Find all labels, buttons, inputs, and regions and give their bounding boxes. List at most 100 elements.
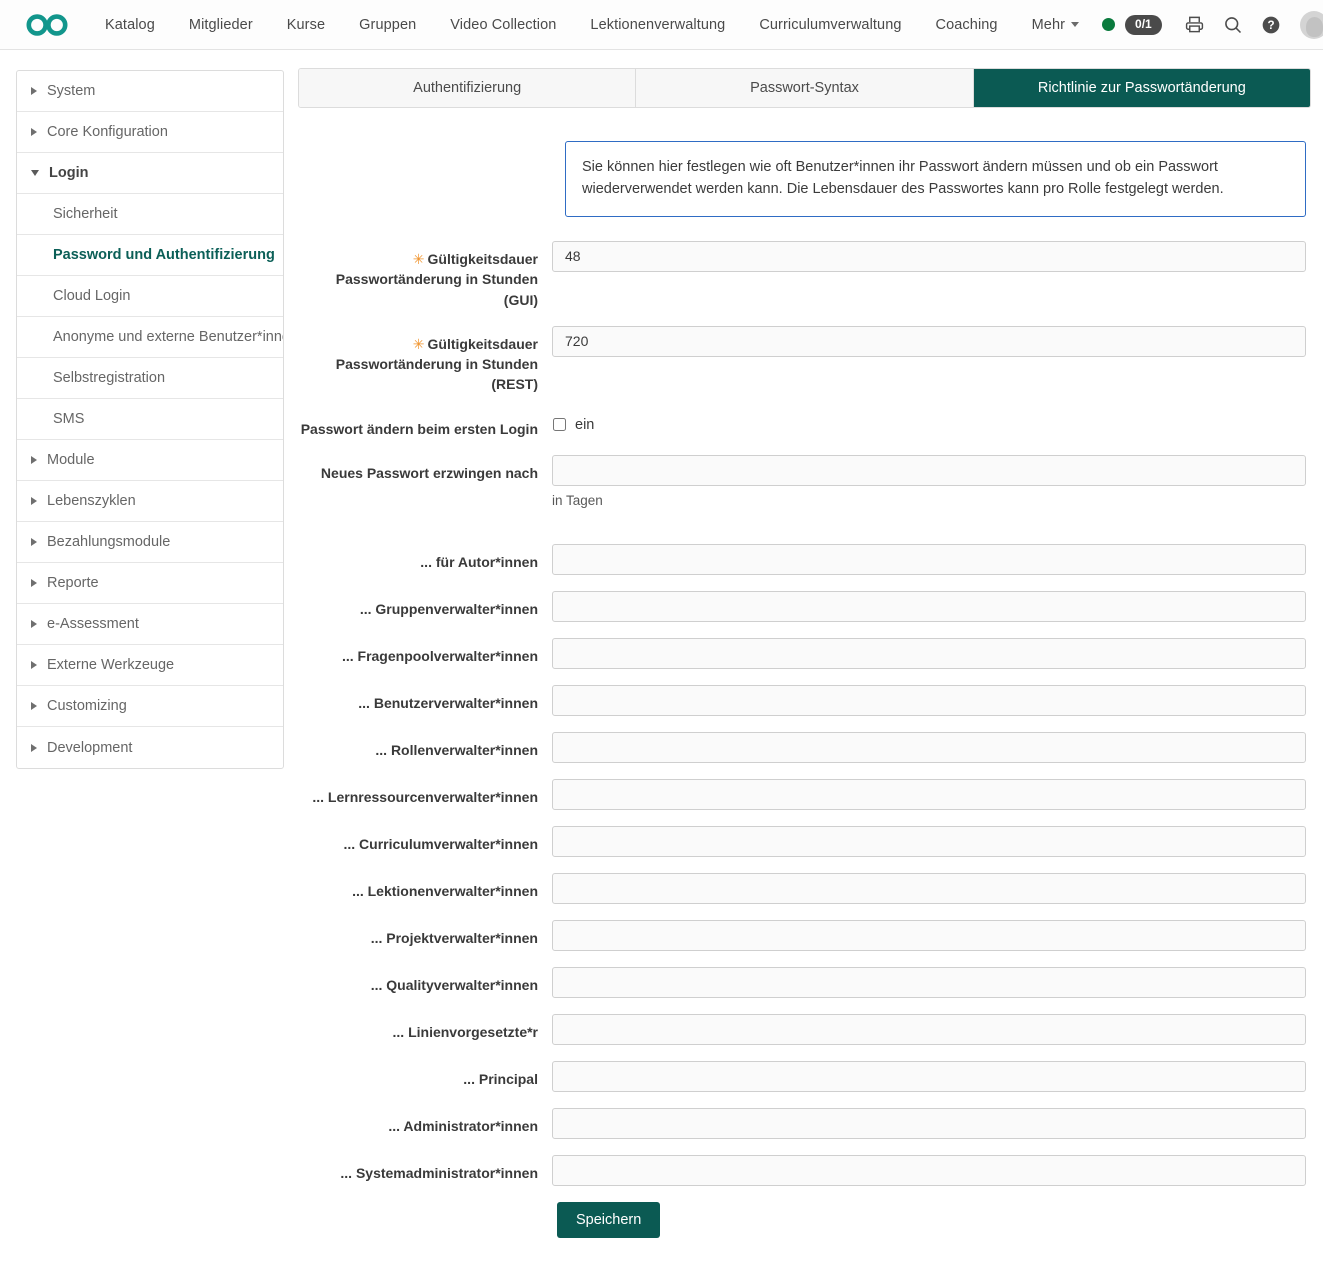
- form-label-autorinnen: ... für Autor*innen: [298, 544, 552, 572]
- lernressourcenverwalterinnen-input[interactable]: [552, 779, 1306, 810]
- sidebar-item-label: Module: [47, 452, 95, 468]
- chevron-right-icon: [31, 497, 37, 505]
- sidebar-item-lebenszyklen[interactable]: Lebenszyklen: [17, 481, 283, 522]
- benutzerverwalterinnen-input[interactable]: [552, 685, 1306, 716]
- nav-item-curriculumverwaltung[interactable]: Curriculumverwaltung: [742, 11, 918, 39]
- form-row-curriculumverwalterinnen: ... Curriculumverwalter*innen: [298, 826, 1311, 857]
- form-row-gruppenverwalterinnen: ... Gruppenverwalter*innen: [298, 591, 1311, 622]
- form-label-gruppenverwalterinnen: ... Gruppenverwalter*innen: [298, 591, 552, 619]
- form-label-gueltigkeitsdauer-gui: ✳Gültigkeitsdauer Passwortänderung in St…: [298, 241, 552, 310]
- linienvorgesetzter-input[interactable]: [552, 1014, 1306, 1045]
- checkbox-label-ein[interactable]: ein: [575, 417, 594, 433]
- form-row-gueltigkeitsdauer-rest: ✳Gültigkeitsdauer Passwortänderung in St…: [298, 326, 1311, 395]
- helper-text-in-tagen: in Tagen: [552, 493, 1306, 508]
- sidebar-item-label: Sicherheit: [53, 206, 117, 222]
- help-icon[interactable]: ?: [1256, 10, 1286, 40]
- sidebar-item-externe-werkzeuge[interactable]: Externe Werkzeuge: [17, 645, 283, 686]
- form-label-neues-passwort-erzwingen: Neues Passwort erzwingen nach: [298, 455, 552, 483]
- rollenverwalterinnen-input[interactable]: [552, 732, 1306, 763]
- required-asterisk-icon: ✳: [413, 251, 425, 267]
- sidebar-item-customizing[interactable]: Customizing: [17, 686, 283, 727]
- page-body: System Core Konfiguration Login Sicherhe…: [0, 50, 1323, 1268]
- avatar[interactable]: [1300, 11, 1323, 39]
- form-label-qualityverwalterinnen: ... Qualityverwalter*innen: [298, 967, 552, 995]
- sidebar-item-login[interactable]: Login: [17, 153, 283, 194]
- sidebar-item-sicherheit[interactable]: Sicherheit: [17, 194, 283, 235]
- neues-passwort-erzwingen-input[interactable]: [552, 455, 1306, 486]
- sidebar-item-anonyme-und-externe-benutzerinnen[interactable]: Anonyme und externe Benutzer*innen: [17, 317, 283, 358]
- sidebar-item-reporte[interactable]: Reporte: [17, 563, 283, 604]
- sidebar-item-core-konfiguration[interactable]: Core Konfiguration: [17, 112, 283, 153]
- form-row-lektionenverwalterinnen: ... Lektionenverwalter*innen: [298, 873, 1311, 904]
- sidebar-item-label: Externe Werkzeuge: [47, 657, 174, 673]
- sidebar-item-module[interactable]: Module: [17, 440, 283, 481]
- form-row-gueltigkeitsdauer-gui: ✳Gültigkeitsdauer Passwortänderung in St…: [298, 241, 1311, 310]
- chevron-right-icon: [31, 87, 37, 95]
- qualityverwalterinnen-input[interactable]: [552, 967, 1306, 998]
- tab-richtlinie-zur-passwortaenderung[interactable]: Richtlinie zur Passwortänderung: [974, 69, 1310, 107]
- passwort-aendern-erster-login-checkbox[interactable]: [553, 418, 566, 431]
- search-icon[interactable]: [1218, 10, 1248, 40]
- sidebar-item-bezahlungsmodule[interactable]: Bezahlungsmodule: [17, 522, 283, 563]
- form-row-principal: ... Principal: [298, 1061, 1311, 1092]
- form-label-linienvorgesetzter: ... Linienvorgesetzte*r: [298, 1014, 552, 1042]
- sidebar-item-selbstregistration[interactable]: Selbstregistration: [17, 358, 283, 399]
- form-label-rollenverwalterinnen: ... Rollenverwalter*innen: [298, 732, 552, 760]
- tab-passwort-syntax[interactable]: Passwort-Syntax: [636, 69, 973, 107]
- principal-input[interactable]: [552, 1061, 1306, 1092]
- settings-sidebar: System Core Konfiguration Login Sicherhe…: [16, 70, 284, 769]
- sidebar-item-label: Selbstregistration: [53, 370, 165, 386]
- lektionenverwalterinnen-input[interactable]: [552, 873, 1306, 904]
- chevron-right-icon: [31, 579, 37, 587]
- sidebar-item-e-assessment[interactable]: e-Assessment: [17, 604, 283, 645]
- gruppenverwalterinnen-input[interactable]: [552, 591, 1306, 622]
- chevron-right-icon: [31, 620, 37, 628]
- required-asterisk-icon: ✳: [413, 336, 425, 352]
- top-navigation-bar: Katalog Mitglieder Kurse Gruppen Video C…: [0, 0, 1323, 50]
- infinity-logo[interactable]: [24, 11, 70, 39]
- form-label-systemadministratorinnen: ... Systemadministrator*innen: [298, 1155, 552, 1183]
- curriculumverwalterinnen-input[interactable]: [552, 826, 1306, 857]
- nav-item-kurse[interactable]: Kurse: [270, 11, 342, 39]
- autorinnen-input[interactable]: [552, 544, 1306, 575]
- form-row-fragenpoolverwalterinnen: ... Fragenpoolverwalter*innen: [298, 638, 1311, 669]
- nav-item-mitglieder[interactable]: Mitglieder: [172, 11, 270, 39]
- nav-item-mehr-label: Mehr: [1032, 17, 1065, 33]
- nav-item-katalog[interactable]: Katalog: [88, 11, 172, 39]
- printer-icon[interactable]: [1180, 10, 1210, 40]
- sidebar-item-password-und-authentifizierung[interactable]: Password und Authentifizierung: [17, 235, 283, 276]
- chevron-right-icon: [31, 661, 37, 669]
- info-message: Sie können hier festlegen wie oft Benutz…: [565, 141, 1306, 217]
- form-row-administratorinnen: ... Administrator*innen: [298, 1108, 1311, 1139]
- session-count-badge[interactable]: 0/1: [1125, 15, 1162, 35]
- tab-authentifizierung[interactable]: Authentifizierung: [299, 69, 636, 107]
- form-label-gueltigkeitsdauer-rest: ✳Gültigkeitsdauer Passwortänderung in St…: [298, 326, 552, 395]
- form-row-passwort-aendern-erster-login: Passwort ändern beim ersten Login ein: [298, 411, 1311, 439]
- nav-item-video-collection[interactable]: Video Collection: [433, 11, 573, 39]
- sidebar-item-label: Anonyme und externe Benutzer*innen: [53, 329, 283, 345]
- fragenpoolverwalterinnen-input[interactable]: [552, 638, 1306, 669]
- main-content: Authentifizierung Passwort-Syntax Richtl…: [284, 50, 1323, 1268]
- gueltigkeitsdauer-gui-input[interactable]: [552, 241, 1306, 272]
- nav-item-gruppen[interactable]: Gruppen: [342, 11, 433, 39]
- form-label-benutzerverwalterinnen: ... Benutzerverwalter*innen: [298, 685, 552, 713]
- nav-item-lektionenverwaltung[interactable]: Lektionenverwaltung: [573, 11, 742, 39]
- form-label-fragenpoolverwalterinnen: ... Fragenpoolverwalter*innen: [298, 638, 552, 666]
- sidebar-item-development[interactable]: Development: [17, 727, 283, 768]
- save-button[interactable]: Speichern: [557, 1202, 660, 1238]
- chevron-down-icon: [31, 170, 39, 176]
- svg-text:?: ?: [1267, 19, 1274, 32]
- nav-item-mehr[interactable]: Mehr: [1015, 11, 1096, 39]
- chevron-right-icon: [31, 128, 37, 136]
- sidebar-item-sms[interactable]: SMS: [17, 399, 283, 440]
- projektverwalterinnen-input[interactable]: [552, 920, 1306, 951]
- nav-item-coaching[interactable]: Coaching: [919, 11, 1015, 39]
- form-row-autorinnen: ... für Autor*innen: [298, 544, 1311, 575]
- chevron-down-icon: [1071, 22, 1079, 27]
- gueltigkeitsdauer-rest-input[interactable]: [552, 326, 1306, 357]
- systemadministratorinnen-input[interactable]: [552, 1155, 1306, 1186]
- sidebar-item-cloud-login[interactable]: Cloud Login: [17, 276, 283, 317]
- sidebar-item-system[interactable]: System: [17, 71, 283, 112]
- chevron-right-icon: [31, 744, 37, 752]
- administratorinnen-input[interactable]: [552, 1108, 1306, 1139]
